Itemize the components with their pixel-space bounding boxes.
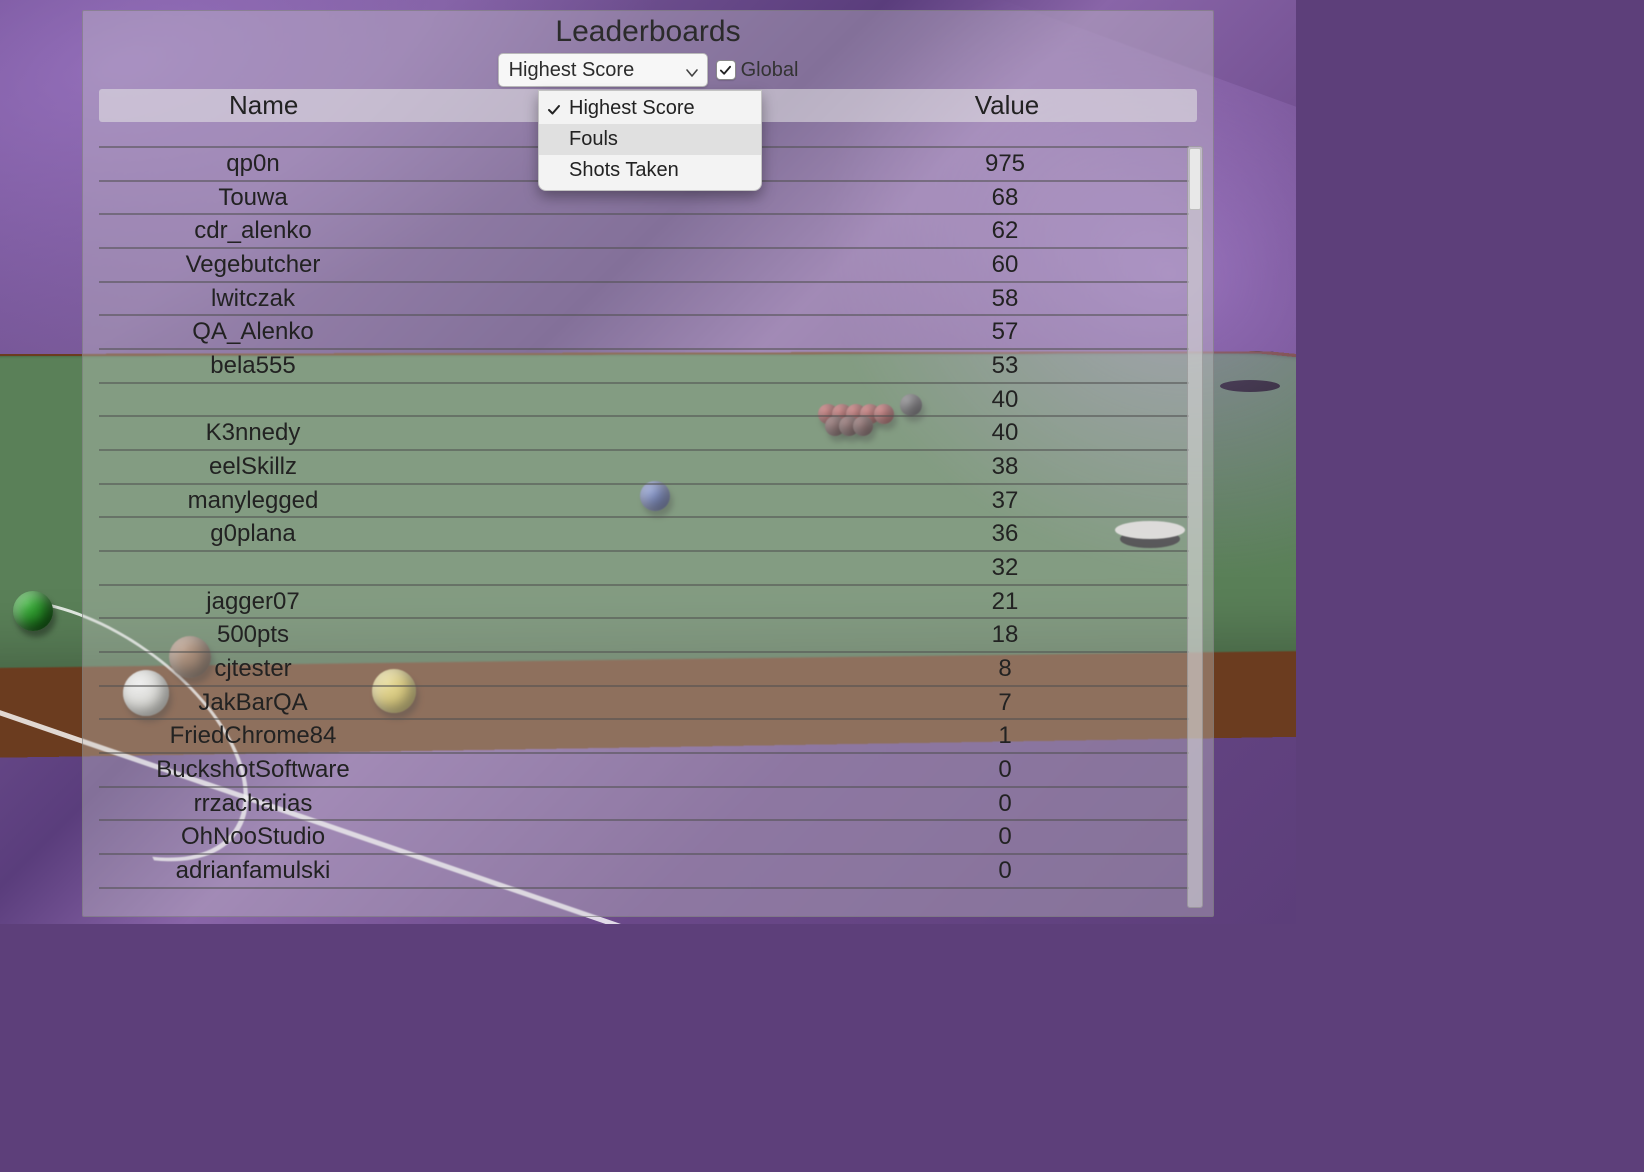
cell-name: eelSkillz — [99, 451, 407, 483]
scrollbar-thumb[interactable] — [1189, 148, 1201, 210]
cell-name: lwitczak — [99, 283, 407, 315]
cell-value: 0 — [821, 788, 1189, 820]
pocket-top — [1220, 380, 1280, 392]
cell-value: 21 — [821, 586, 1189, 618]
cell-value: 18 — [821, 619, 1189, 651]
table-row: jagger07 21 — [99, 586, 1189, 620]
table-body: qp0n975Touwa68cdr_alenko62Vegebutcher60l… — [99, 146, 1189, 916]
cell-name — [99, 552, 407, 584]
table-row: cjtester 8 — [99, 653, 1189, 687]
category-select[interactable]: Highest Score — [498, 53, 708, 87]
table-row: 500pts 18 — [99, 619, 1189, 653]
cell-value: 36 — [821, 518, 1189, 550]
table-row: adrianfamulski 0 — [99, 855, 1189, 889]
cell-name: QA_Alenko — [99, 316, 407, 348]
green-ball — [13, 591, 53, 631]
controls-row: Highest Score Global — [83, 53, 1213, 87]
global-label: Global — [741, 59, 799, 82]
cell-value: 57 — [821, 316, 1189, 348]
dropdown-item[interactable]: Fouls — [539, 124, 761, 155]
column-header-value: Value — [817, 89, 1197, 122]
cell-name: Touwa — [99, 182, 407, 214]
cell-value: 53 — [821, 350, 1189, 382]
rows-viewport: qp0n975Touwa68cdr_alenko62Vegebutcher60l… — [99, 146, 1203, 916]
cell-name: BuckshotSoftware — [99, 754, 407, 786]
cell-name: OhNooStudio — [99, 821, 407, 853]
cell-name: qp0n — [99, 148, 407, 180]
cell-value: 0 — [821, 754, 1189, 786]
cell-name: K3nnedy — [99, 417, 407, 449]
cell-value: 62 — [821, 215, 1189, 247]
cell-value: 40 — [821, 384, 1189, 416]
cell-value: 8 — [821, 653, 1189, 685]
scrollbar-vertical[interactable] — [1187, 146, 1203, 908]
table-row: FriedChrome84 1 — [99, 720, 1189, 754]
table-row: OhNooStudio 0 — [99, 821, 1189, 855]
cell-name: 500pts — [99, 619, 407, 651]
cell-value: 68 — [821, 182, 1189, 214]
table-row: eelSkillz 38 — [99, 451, 1189, 485]
cell-value: 0 — [821, 855, 1189, 887]
cell-name: Vegebutcher — [99, 249, 407, 281]
cell-name: g0plana — [99, 518, 407, 550]
cell-value: 1 — [821, 720, 1189, 752]
cell-value: 0 — [821, 821, 1189, 853]
cell-name: adrianfamulski — [99, 855, 407, 887]
table-row: 40 — [99, 384, 1189, 418]
cell-name: JakBarQA — [99, 687, 407, 719]
page-title: Leaderboards — [83, 15, 1213, 49]
table-row: rrzacharias 0 — [99, 788, 1189, 822]
global-checkbox-wrap[interactable]: Global — [716, 59, 799, 82]
leaderboards-panel: Leaderboards Highest Score Global Name V… — [82, 10, 1214, 917]
table-row: g0plana 36 — [99, 518, 1189, 552]
table-row: 32 — [99, 552, 1189, 586]
cell-name: bela555 — [99, 350, 407, 382]
dropdown-item[interactable]: Shots Taken — [539, 155, 761, 186]
table-row: K3nnedy 40 — [99, 417, 1189, 451]
cell-value: 7 — [821, 687, 1189, 719]
table-row: QA_Alenko 57 — [99, 316, 1189, 350]
cell-name — [99, 384, 407, 416]
cell-name: cjtester — [99, 653, 407, 685]
cell-name: manylegged — [99, 485, 407, 517]
dropdown-item[interactable]: Highest Score — [539, 93, 761, 124]
table-row: JakBarQA 7 — [99, 687, 1189, 721]
cell-value: 37 — [821, 485, 1189, 517]
cell-value: 32 — [821, 552, 1189, 584]
cell-value: 60 — [821, 249, 1189, 281]
table-row: bela555 53 — [99, 350, 1189, 384]
table-row: manylegged 37 — [99, 485, 1189, 519]
check-icon — [719, 64, 732, 77]
cell-value: 38 — [821, 451, 1189, 483]
chevron-down-icon — [685, 63, 699, 77]
table-row: BuckshotSoftware 0 — [99, 754, 1189, 788]
category-dropdown[interactable]: Highest ScoreFoulsShots Taken — [538, 90, 762, 191]
table-row: cdr_alenko 62 — [99, 215, 1189, 249]
cell-value: 58 — [821, 283, 1189, 315]
table-row: Vegebutcher 60 — [99, 249, 1189, 283]
global-checkbox[interactable] — [716, 60, 736, 80]
cell-name: cdr_alenko — [99, 215, 407, 247]
cell-name: FriedChrome84 — [99, 720, 407, 752]
cell-name: rrzacharias — [99, 788, 407, 820]
category-select-label: Highest Score — [509, 59, 635, 82]
cell-value: 40 — [821, 417, 1189, 449]
cell-value: 975 — [821, 148, 1189, 180]
table-row: lwitczak 58 — [99, 283, 1189, 317]
check-icon — [547, 98, 561, 125]
cell-name: jagger07 — [99, 586, 407, 618]
